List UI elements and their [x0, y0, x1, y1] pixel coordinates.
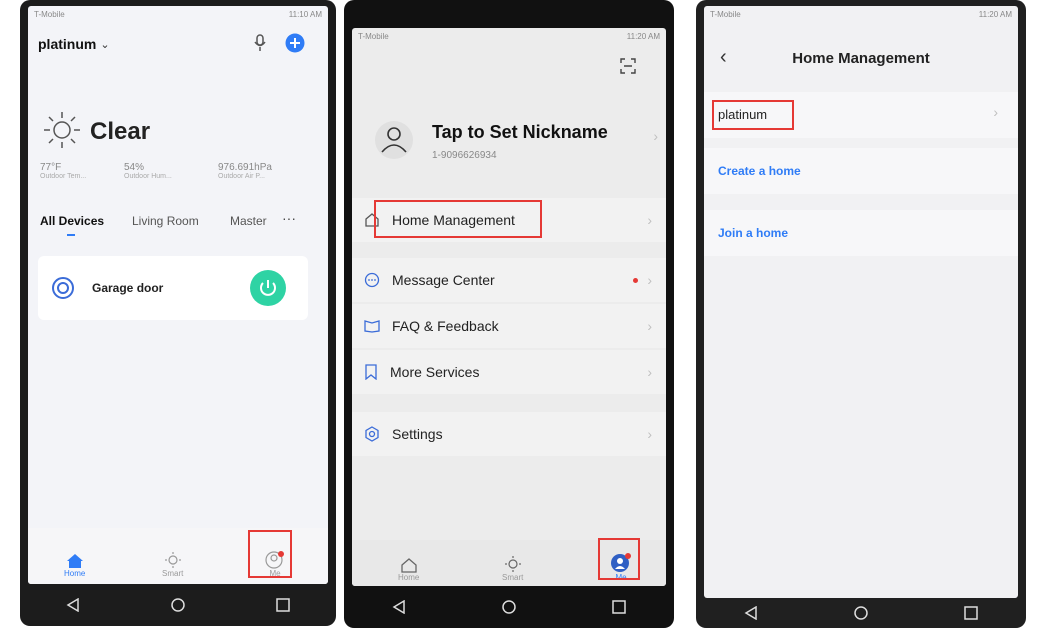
home-nav-icon[interactable] [163, 590, 193, 620]
avatar[interactable] [374, 120, 414, 160]
unread-dot [633, 277, 638, 283]
temp-value: 77°F [40, 162, 62, 173]
highlight-home-item [712, 100, 794, 130]
carrier-label: T-Mobile [34, 9, 65, 19]
recents-nav-icon[interactable] [956, 598, 986, 628]
tab-living-room[interactable]: Living Room [132, 214, 199, 228]
android-nav-bar [20, 584, 336, 626]
chevron-right-icon: › [993, 104, 998, 120]
menu-faq-feedback[interactable]: FAQ & Feedback › [352, 304, 666, 348]
book-icon [364, 319, 380, 333]
home-icon [400, 557, 418, 573]
tab-master[interactable]: Master [230, 214, 267, 228]
power-button[interactable] [250, 270, 286, 306]
chevron-right-icon: › [647, 272, 652, 288]
back-nav-icon[interactable] [736, 598, 766, 628]
settings-icon [364, 426, 380, 442]
tabbar-smart[interactable]: Smart [502, 555, 523, 582]
chevron-right-icon: › [647, 426, 652, 442]
sun-icon [40, 108, 84, 152]
tabbar-smart-label: Smart [162, 569, 184, 578]
profile-chevron-icon: › [653, 128, 658, 144]
menu-faq-label: FAQ & Feedback [392, 318, 499, 334]
menu-message-center-label: Message Center [392, 272, 495, 288]
phone-home-screen: T-Mobile 11:10 AM platinum ⌄ Clear 77°F … [20, 0, 336, 626]
chevron-down-icon: ⌄ [100, 38, 110, 51]
device-name: Garage door [92, 281, 164, 295]
android-nav-bar [696, 598, 1026, 628]
scan-icon[interactable] [620, 58, 636, 74]
tabbar-smart-label: Smart [502, 573, 524, 582]
join-home-label: Join a home [718, 226, 789, 240]
chevron-right-icon: › [647, 212, 652, 228]
menu-settings-label: Settings [392, 426, 443, 442]
tab-all-devices[interactable]: All Devices [40, 214, 104, 228]
recents-nav-icon[interactable] [604, 592, 634, 622]
join-home-button[interactable]: Join a home [704, 210, 1018, 256]
weather-stat-temp: 77°F Outdoor Tem... [40, 162, 86, 180]
home-nav-icon[interactable] [494, 592, 524, 622]
weather-stat-humidity: 54% Outdoor Hum... [124, 162, 172, 180]
message-icon [364, 272, 380, 288]
humidity-value: 54% [124, 162, 145, 173]
carrier-label: T-Mobile [358, 31, 389, 41]
bookmark-icon [364, 364, 378, 380]
weather-stat-pressure: 976.691hPa Outdoor Air P... [218, 162, 272, 180]
nickname-label[interactable]: Tap to Set Nickname [432, 122, 608, 143]
highlight-home-management [374, 200, 542, 238]
chevron-right-icon: › [647, 318, 652, 334]
me-screen: T-Mobile 11:20 AM Tap to Set Nickname 1-… [352, 28, 666, 586]
create-home-button[interactable]: Create a home [704, 148, 1018, 194]
garage-door-icon [52, 277, 74, 299]
home-management-screen: T-Mobile 11:20 AM ‹ Home Management plat… [704, 6, 1018, 598]
create-home-label: Create a home [718, 164, 801, 178]
status-bar: T-Mobile 11:20 AM [704, 6, 1018, 22]
clock-label: 11:10 AM [288, 9, 322, 19]
menu-more-services-label: More Services [390, 364, 480, 380]
home-selector[interactable]: platinum ⌄ [38, 36, 110, 52]
home-name: platinum [38, 36, 97, 52]
tab-indicator [67, 234, 75, 236]
tabbar-home-label: Home [398, 573, 420, 582]
status-bar: T-Mobile 11:20 AM [352, 28, 666, 44]
highlight-me-tab [248, 530, 292, 578]
pressure-value: 976.691hPa [218, 162, 272, 173]
status-bar: T-Mobile 11:10 AM [28, 6, 328, 22]
menu-message-center[interactable]: Message Center › [352, 258, 666, 302]
back-nav-icon[interactable] [58, 590, 88, 620]
menu-settings[interactable]: Settings › [352, 412, 666, 456]
sun-icon [164, 551, 182, 569]
weather-condition: Clear [90, 118, 151, 145]
clock-label: 11:20 AM [978, 9, 1012, 19]
chevron-right-icon: › [647, 364, 652, 380]
page-title: Home Management [792, 50, 930, 67]
phone-me-screen: T-Mobile 11:20 AM Tap to Set Nickname 1-… [344, 0, 674, 628]
carrier-label: T-Mobile [710, 9, 741, 19]
phone-number: 1-9096626934 [432, 150, 497, 161]
microphone-icon[interactable] [254, 34, 266, 52]
add-device-icon[interactable] [285, 33, 305, 53]
android-nav-bar [344, 586, 674, 628]
tabbar-home-label: Home [64, 569, 86, 578]
pressure-label: Outdoor Air P... [218, 173, 265, 180]
device-card[interactable]: Garage door [38, 256, 308, 320]
home-icon [66, 553, 84, 569]
humidity-label: Outdoor Hum... [124, 173, 172, 180]
more-tabs-icon[interactable]: ··· [282, 210, 296, 226]
clock-label: 11:20 AM [626, 31, 660, 41]
sun-icon [504, 555, 522, 573]
tabbar-smart[interactable]: Smart [162, 551, 183, 578]
back-nav-icon[interactable] [384, 592, 414, 622]
recents-nav-icon[interactable] [268, 590, 298, 620]
tabbar-home[interactable]: Home [64, 553, 85, 578]
tabbar-home[interactable]: Home [398, 557, 419, 582]
temp-label: Outdoor Tem... [40, 173, 87, 180]
home-screen: T-Mobile 11:10 AM platinum ⌄ Clear 77°F … [28, 6, 328, 584]
menu-more-services[interactable]: More Services › [352, 350, 666, 394]
phone-home-management-screen: T-Mobile 11:20 AM ‹ Home Management plat… [696, 0, 1026, 628]
home-nav-icon[interactable] [846, 598, 876, 628]
highlight-me-tab [598, 538, 640, 580]
